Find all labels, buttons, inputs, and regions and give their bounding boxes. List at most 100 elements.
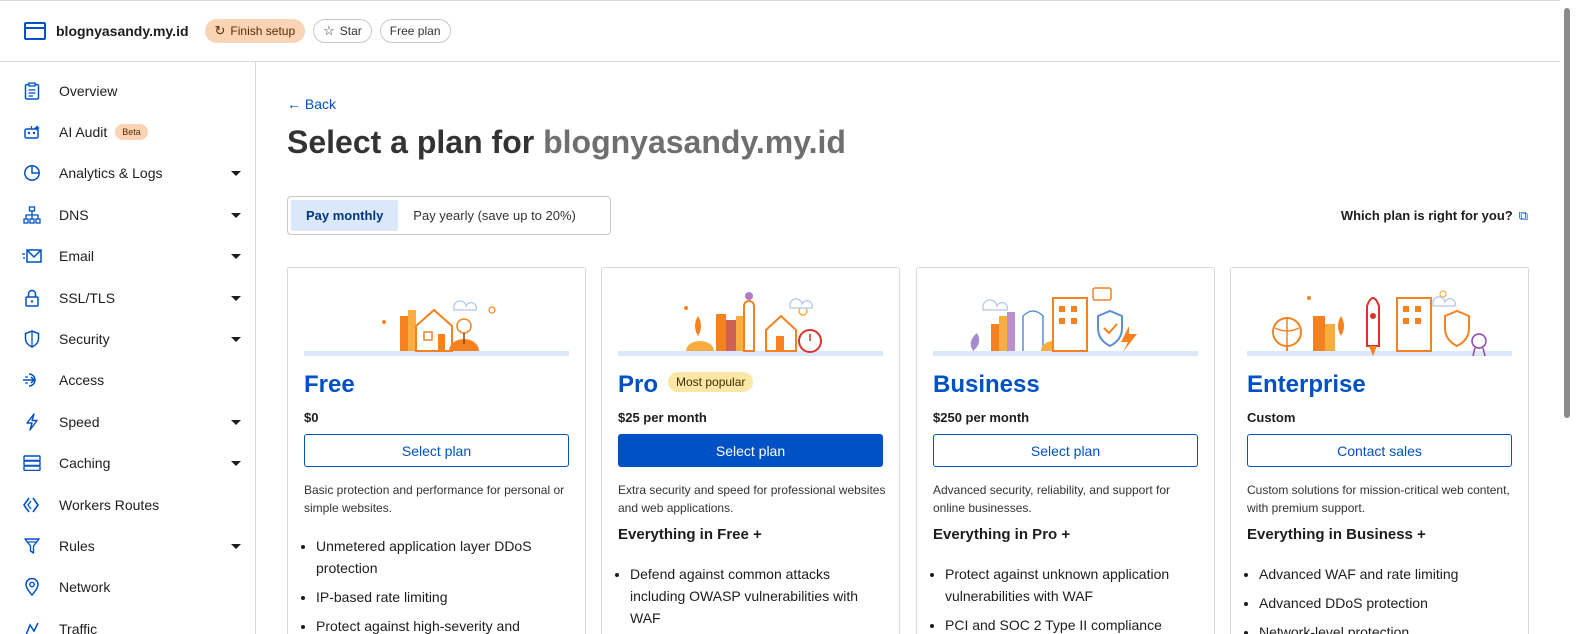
everything-in-heading: Everything in Pro + xyxy=(933,526,1071,543)
plan-price: $25 per month xyxy=(618,410,707,425)
star-icon: ☆ xyxy=(323,23,335,38)
billing-toggle: Pay monthly Pay yearly (save up to 20%) xyxy=(287,196,611,235)
feature-item: IP-based rate limiting xyxy=(316,586,566,608)
access-icon xyxy=(22,370,42,390)
plan-description: Custom solutions for mission-critical we… xyxy=(1247,483,1510,515)
shield-icon xyxy=(22,329,42,349)
sidebar-item-rules[interactable]: Rules xyxy=(0,525,255,566)
select-plan-button[interactable]: Select plan xyxy=(933,434,1198,467)
server-stack-icon xyxy=(22,453,42,473)
sidebar-item-traffic[interactable]: Traffic xyxy=(0,608,255,634)
feature-item: Unmetered application layer DDoS protect… xyxy=(316,535,566,579)
sidebar-item-ai-audit[interactable]: AI Audit Beta xyxy=(0,111,255,152)
main-content: ← Back Select a plan for blognyasandy.my… xyxy=(256,62,1560,634)
refresh-icon: ↻ xyxy=(214,23,226,38)
select-plan-button[interactable]: Select plan xyxy=(618,434,883,467)
sidebar-item-label: DNS xyxy=(59,206,89,223)
chevron-down-icon[interactable] xyxy=(231,419,241,425)
site-name[interactable]: blognyasandy.my.id xyxy=(56,23,189,39)
traffic-icon xyxy=(22,619,42,634)
top-bar: blognyasandy.my.id ↻ Finish setup ☆ Star… xyxy=(0,0,1560,62)
chevron-down-icon[interactable] xyxy=(231,337,241,343)
plan-card-enterprise: Enterprise Custom Contact sales Custom s… xyxy=(1230,267,1529,634)
page-title-prefix: Select a plan for xyxy=(287,124,535,160)
beta-badge: Beta xyxy=(115,124,148,141)
everything-in-heading: Everything in Free + xyxy=(618,526,762,543)
plan-name: Business xyxy=(933,371,1040,398)
scrollbar[interactable] xyxy=(1560,0,1593,634)
feature-list: Unmetered application layer DDoS protect… xyxy=(316,535,566,634)
chevron-down-icon[interactable] xyxy=(231,295,241,301)
plan-card-pro: Pro Most popular $25 per month Select pla… xyxy=(601,267,900,634)
plan-description: Advanced security, reliability, and supp… xyxy=(933,483,1171,515)
everything-in-heading: Everything in Business + xyxy=(1247,526,1426,543)
sidebar-item-speed[interactable]: Speed xyxy=(0,401,255,442)
clipboard-icon xyxy=(22,81,42,101)
page-title: Select a plan for blognyasandy.my.id xyxy=(287,124,846,161)
sidebar-item-label: Security xyxy=(59,331,110,348)
enterprise-plan-illustration xyxy=(1247,290,1512,357)
sidebar-item-security[interactable]: Security xyxy=(0,318,255,359)
browser-window-icon xyxy=(24,22,46,40)
plan-name: Pro Most popular xyxy=(618,371,754,399)
sidebar-item-overview[interactable]: Overview xyxy=(0,70,255,111)
free-plan-illustration xyxy=(304,300,569,356)
sidebar-item-network[interactable]: Network xyxy=(0,567,255,608)
plan-description: Extra security and speed for professiona… xyxy=(618,483,886,515)
sidebar-item-label: Network xyxy=(59,579,111,596)
star-button[interactable]: ☆ Star xyxy=(313,19,372,43)
contact-sales-button[interactable]: Contact sales xyxy=(1247,434,1512,467)
sidebar-item-dns[interactable]: DNS xyxy=(0,194,255,235)
plan-name: Free xyxy=(304,371,355,398)
sidebar-item-label: Traffic xyxy=(59,620,98,634)
feature-list: Protect against unknown application vuln… xyxy=(945,563,1195,634)
plan-price: $250 per month xyxy=(933,410,1030,425)
star-label: Star xyxy=(339,24,362,38)
which-plan-link[interactable]: Which plan is right for you? ⧉ xyxy=(1341,208,1528,224)
funnel-icon xyxy=(22,536,42,556)
feature-item: Advanced DDoS protection xyxy=(1259,592,1509,614)
sidebar: Overview AI Audit Beta Analytics & Logs … xyxy=(0,62,256,634)
sidebar-item-ssl-tls[interactable]: SSL/TLS xyxy=(0,277,255,318)
sidebar-item-label: Access xyxy=(59,372,105,389)
chevron-down-icon[interactable] xyxy=(231,461,241,467)
plan-card-business: Business $250 per month Select plan Adva… xyxy=(916,267,1215,634)
pay-monthly-option[interactable]: Pay monthly xyxy=(291,200,399,231)
finish-setup-label: Finish setup xyxy=(230,24,296,38)
sidebar-item-analytics-logs[interactable]: Analytics & Logs xyxy=(0,153,255,194)
pay-yearly-option[interactable]: Pay yearly (save up to 20%) xyxy=(398,200,591,231)
robot-icon xyxy=(22,122,42,142)
back-label: Back xyxy=(304,96,337,112)
sidebar-item-label: Caching xyxy=(59,455,111,472)
network-tree-icon xyxy=(22,205,42,225)
sidebar-item-label: Analytics & Logs xyxy=(59,165,163,182)
select-plan-button[interactable]: Select plan xyxy=(304,434,569,467)
lock-icon xyxy=(22,288,42,308)
sidebar-item-label: Rules xyxy=(59,537,95,554)
envelope-icon xyxy=(22,246,42,266)
location-pin-icon xyxy=(22,577,42,597)
most-popular-badge: Most popular xyxy=(668,371,754,392)
sidebar-item-access[interactable]: Access xyxy=(0,360,255,401)
scrollbar-thumb[interactable] xyxy=(1564,8,1570,418)
chevron-down-icon[interactable] xyxy=(231,171,241,177)
back-link[interactable]: ← Back xyxy=(287,96,336,112)
chevron-down-icon[interactable] xyxy=(231,543,241,549)
sidebar-item-label: SSL/TLS xyxy=(59,289,116,306)
chevron-down-icon[interactable] xyxy=(231,254,241,260)
chevron-down-icon[interactable] xyxy=(231,212,241,218)
sidebar-item-email[interactable]: Email xyxy=(0,236,255,277)
sidebar-item-workers-routes[interactable]: Workers Routes xyxy=(0,484,255,525)
plan-badge[interactable]: Free plan xyxy=(379,19,451,43)
feature-item: Defend against common attacks including … xyxy=(630,563,880,629)
sidebar-item-label: AI Audit xyxy=(59,124,108,141)
feature-list: Advanced WAF and rate limiting Advanced … xyxy=(1259,563,1509,634)
feature-item: PCI and SOC 2 Type II compliance xyxy=(945,614,1195,634)
sidebar-item-label: Workers Routes xyxy=(59,496,160,513)
plan-price: Custom xyxy=(1247,410,1296,425)
sidebar-item-caching[interactable]: Caching xyxy=(0,443,255,484)
sidebar-item-label: Email xyxy=(59,248,95,265)
business-plan-illustration xyxy=(933,287,1198,356)
finish-setup-button[interactable]: ↻ Finish setup xyxy=(204,19,306,43)
sidebar-item-label: Overview xyxy=(59,82,118,99)
